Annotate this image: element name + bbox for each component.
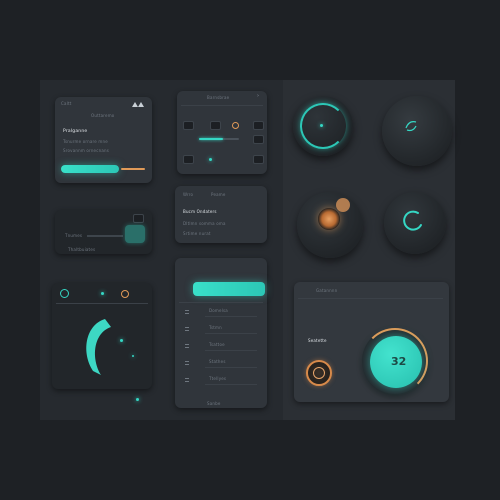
list-icon <box>185 344 189 348</box>
menu-icon <box>185 327 189 331</box>
info-header-a: Wrro <box>183 192 194 197</box>
modal-progress <box>121 168 145 170</box>
thermostat-title: Seatette <box>308 338 327 343</box>
chevron-right-icon[interactable]: › <box>257 93 259 99</box>
settings-button[interactable] <box>253 135 264 144</box>
toggle-button-2[interactable] <box>210 121 221 130</box>
info-line-2: Srtime nurat <box>183 231 211 236</box>
divider <box>181 105 263 106</box>
device-label: Tnumes <box>65 233 83 238</box>
toggle-button-1[interactable] <box>183 121 194 130</box>
orange-dot-icon[interactable] <box>121 290 129 298</box>
toggle-button-3[interactable] <box>253 121 264 130</box>
info-line-1: Dltlmn somma oma <box>183 221 226 226</box>
device-slider-track[interactable] <box>87 235 123 237</box>
controls-card: Barnsbrae › <box>177 91 267 174</box>
list-row-divider <box>205 367 257 368</box>
device-footer: Thaltbuiates <box>68 247 96 252</box>
knob-orange-accent <box>336 198 350 212</box>
knob-teal-center <box>320 124 323 127</box>
list-primary-button[interactable] <box>193 282 265 296</box>
spark-dot-1 <box>120 339 123 342</box>
power-arc-icon <box>403 210 422 231</box>
status-dot <box>209 158 212 161</box>
gesture-divider <box>56 303 148 304</box>
list-card: Domelsa Tstmn Tsattoe Stathes Ttellyes Sanbe <box>175 258 267 408</box>
modal-line-2: Srovannm ornecnans <box>63 148 110 153</box>
modal-title: Pralganne <box>63 129 88 134</box>
thermostat-label: Gatannnn <box>316 288 338 293</box>
controls-header: Barnsbrae <box>207 95 230 100</box>
list-item-label[interactable]: Domelsa <box>209 308 228 313</box>
phone-arc-icon <box>86 319 111 375</box>
arrow-icon <box>185 310 189 314</box>
thermostat-card: Gatannnn Seatette 32 <box>294 282 449 402</box>
knob-teal-ring-glow <box>300 103 346 149</box>
temperature-value: 32 <box>391 355 407 368</box>
list-item-label[interactable]: Stathes <box>209 359 226 364</box>
knob-orange-core <box>318 208 340 230</box>
modal-card: Caltt Outtaremo Pralganne Tsnurme ornare… <box>55 97 152 183</box>
modal-line-1: Tsnurme ornare mne <box>63 139 108 144</box>
mode-button-1[interactable] <box>183 155 194 164</box>
floor-dot <box>136 398 139 401</box>
list-icon <box>185 361 189 365</box>
list-row-divider <box>205 384 257 385</box>
list-item-label[interactable]: Tsattoe <box>209 342 225 347</box>
list-row-divider <box>205 350 257 351</box>
list-item-label[interactable]: Ttellyes <box>209 376 226 381</box>
spark-dot-2 <box>132 355 134 357</box>
list-divider <box>179 302 263 303</box>
power-icon[interactable] <box>232 122 239 129</box>
mode-button-2[interactable] <box>253 155 264 164</box>
list-row-divider <box>205 333 257 334</box>
device-toggle[interactable] <box>125 225 145 243</box>
pause-icon <box>405 121 417 132</box>
modal-header-mid: Outtaremo <box>91 113 115 118</box>
gesture-card <box>52 283 152 389</box>
indicator-dot <box>101 292 104 295</box>
list-item-label[interactable]: Tstmn <box>209 325 222 330</box>
slider-fill <box>199 138 223 140</box>
list-icon <box>185 378 189 382</box>
list-row-divider <box>205 316 257 317</box>
modal-action-button[interactable] <box>61 165 119 173</box>
close-icon[interactable] <box>133 214 144 223</box>
list-footer: Sanbe <box>207 401 221 406</box>
info-title: Bucm Ondaters <box>183 209 217 214</box>
info-card: Wrro Peame Bucm Ondaters Dltlmn somma om… <box>175 186 267 243</box>
info-header-b: Peame <box>211 192 226 197</box>
thermostat-divider <box>298 298 443 299</box>
ring-icon[interactable] <box>60 289 69 298</box>
small-orange-dial-inner <box>313 367 325 379</box>
signal-icon <box>132 102 144 107</box>
modal-header-left: Caltt <box>61 101 72 106</box>
